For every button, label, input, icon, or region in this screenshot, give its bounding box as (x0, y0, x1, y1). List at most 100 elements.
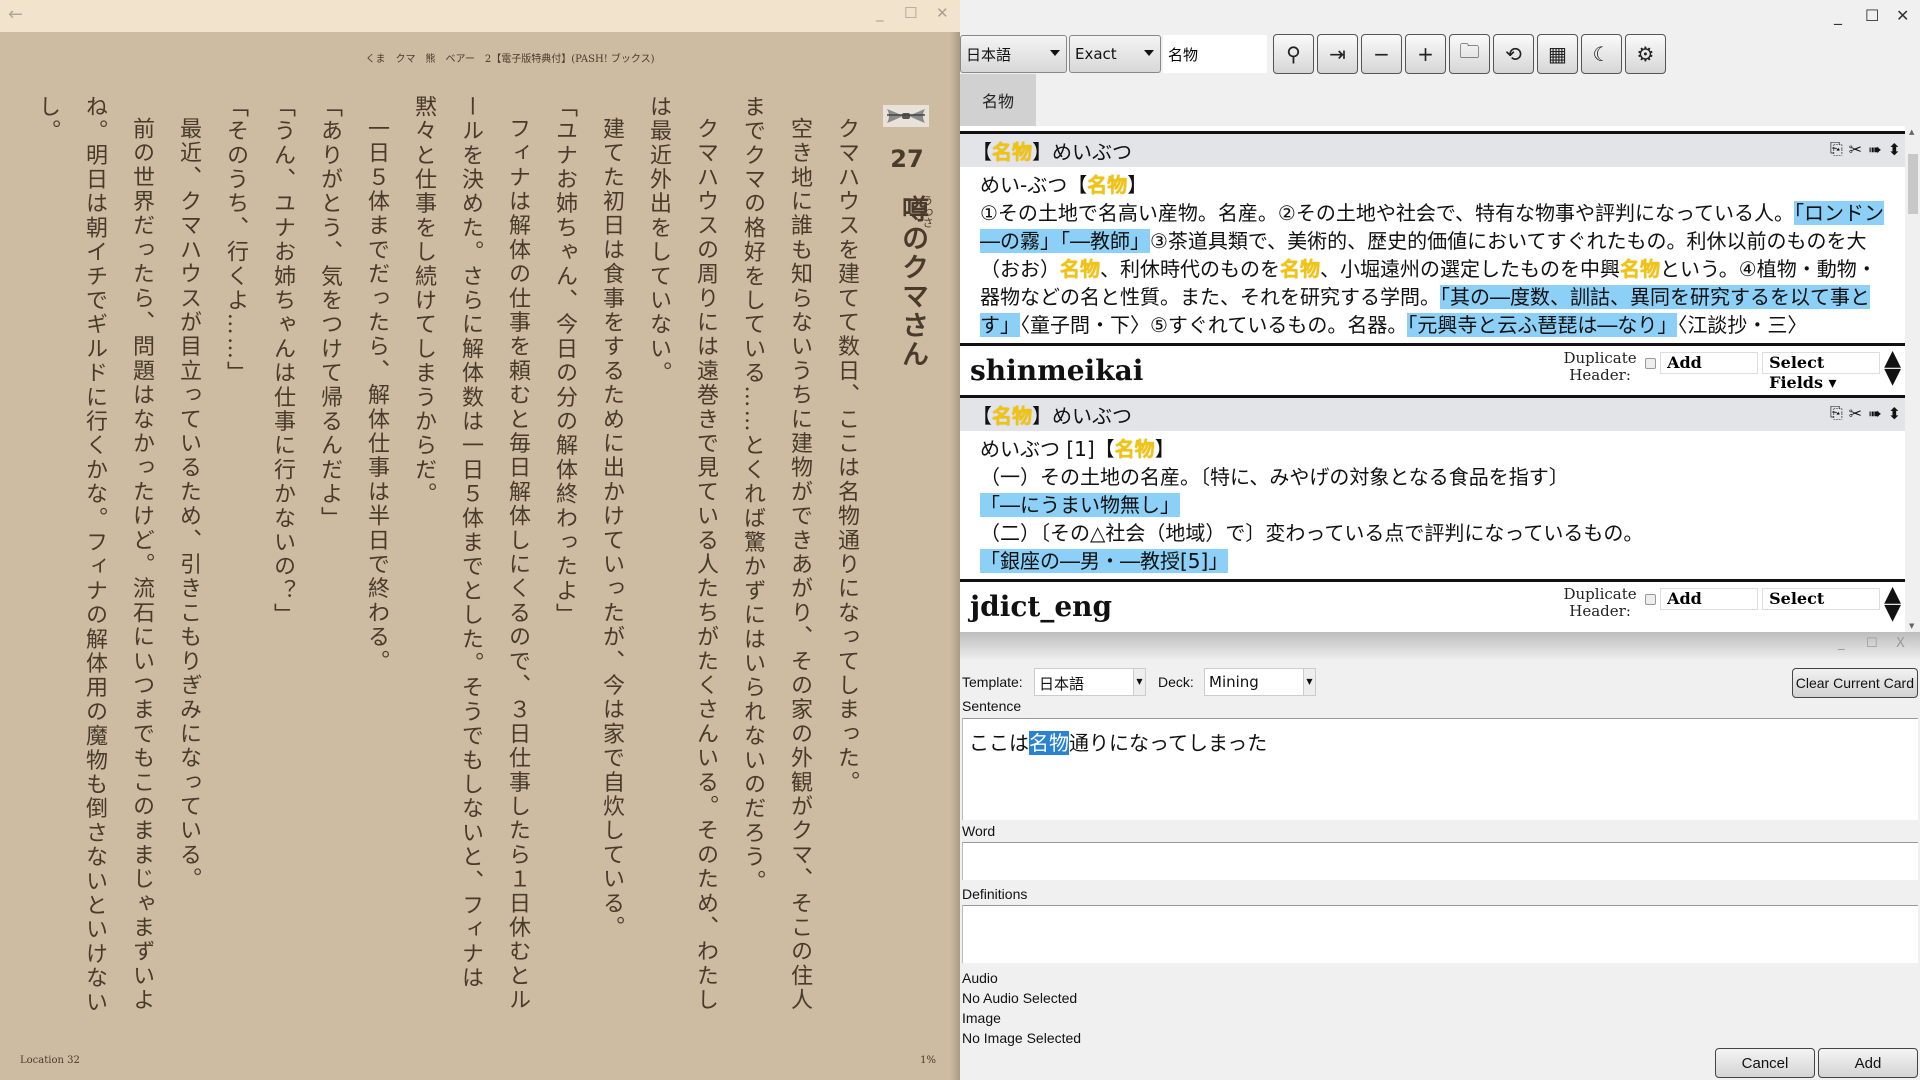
back-arrow-icon[interactable]: ← (8, 4, 23, 25)
definition-text: 】 (1127, 173, 1148, 197)
template-label: Template: (962, 674, 1023, 690)
deck-value: Mining (1209, 673, 1259, 691)
arrow-right-icon[interactable]: ➠ (1868, 140, 1881, 159)
entry-bracket-open: 【 (972, 140, 992, 164)
definitions-field[interactable] (962, 905, 1918, 963)
moon-icon: ☾ (1592, 42, 1611, 66)
chevron-down-icon (1050, 50, 1060, 56)
select-label: Select (1769, 353, 1825, 372)
page-edge-shadow (950, 32, 960, 1080)
scroll-down-icon[interactable]: ▼ (1909, 622, 1914, 630)
language-select[interactable]: 日本語 (960, 35, 1067, 73)
chevron-down-icon: ▼ (1133, 669, 1145, 695)
dictionary-section-header: jdict_eng Duplicate Header: Add Select ▲… (960, 579, 1905, 631)
dict-minimize-button[interactable]: _ (1834, 6, 1842, 25)
template-select[interactable]: 日本語 ▼ (1034, 668, 1146, 696)
entry-headword: 名物 (992, 404, 1032, 428)
deck-label: Deck: (1158, 674, 1194, 690)
add-button[interactable]: Add (1660, 588, 1759, 610)
sentence-field[interactable]: ここは名物通りになってしまった (962, 718, 1918, 820)
ebook-reader-window: ← _ ☐ ✕ くま クマ 熊 ベアー 2【電子版特典付】(PASH! ブックス… (0, 0, 960, 1080)
progress-percent: 1% (920, 1055, 936, 1066)
cube-icon: ▦ (1548, 42, 1567, 66)
match-mode-select[interactable]: Exact (1069, 35, 1161, 73)
dict-close-button[interactable]: ✕ (1896, 6, 1909, 25)
anki-button[interactable]: ▦ (1537, 34, 1578, 74)
definition-text: （二）〔その△社会（地域）で〕変わっている点で評判になっているもの。 (980, 521, 1644, 545)
chapter-heading: 27 噂のクマさん うわさ (879, 95, 935, 395)
search-icon: ⚲ (1286, 42, 1301, 66)
history-tab[interactable]: 名物 (960, 74, 1036, 126)
entry-definition: めいぶつ [1]【名物】 （一）その土地の名産。〔特に、みやげの対象となる食品を指… (960, 431, 1905, 579)
select-label: Select (1769, 589, 1825, 608)
card-maximize-button[interactable]: ☐ (1866, 636, 1878, 651)
deck-select[interactable]: Mining ▼ (1204, 668, 1316, 696)
night-mode-button[interactable]: ☾ (1581, 34, 1622, 74)
definitions-label: Definitions (962, 886, 1028, 902)
entry-header: 【名物 】めいぶつ ⎘ ✂ ➠ ⬍ (960, 131, 1905, 167)
duplicate-header-checkbox[interactable] (1645, 358, 1657, 369)
headword-highlight: 名物 (1087, 173, 1128, 197)
zoom-in-button[interactable]: + (1405, 34, 1446, 74)
cancel-button[interactable]: Cancel (1715, 1048, 1815, 1078)
headword-highlight: 名物 (1620, 257, 1660, 281)
bow-ornament-icon (883, 105, 929, 127)
dictionary-controls: Duplicate Header: Add Select ▲ ▼ (1561, 584, 1902, 624)
headword-highlight: 名物 (1114, 437, 1155, 461)
chevron-down-icon: ▼ (1303, 669, 1315, 695)
dictionary-name: shinmeikai (970, 354, 1144, 387)
page-text: クマハウスを建てて数日、ここは名物通りになってしまった。 空き地に誰も知らないうち… (24, 95, 870, 1015)
paragraph: 前の世界だったら、問題はなかったけど。流石にいつまでもこのままじゃまずいよね。明… (35, 95, 154, 1015)
reader-titlebar: ← _ ☐ ✕ (0, 0, 960, 32)
scissors-icon[interactable]: ✂ (1849, 404, 1862, 423)
template-value: 日本語 (1039, 675, 1085, 693)
scissors-icon[interactable]: ✂ (1849, 140, 1862, 159)
settings-button[interactable]: ⚙ (1625, 34, 1666, 74)
close-button[interactable]: ✕ (936, 4, 949, 22)
export-button[interactable]: ⇥ (1317, 34, 1358, 74)
maximize-button[interactable]: ☐ (904, 4, 917, 22)
reorder-icon[interactable]: ▲ ▼ (1884, 348, 1901, 388)
history-button[interactable]: ⟲ (1493, 34, 1534, 74)
results-scrollbar[interactable]: ▲ ▼ (1906, 126, 1920, 632)
duplicate-header-checkbox[interactable] (1645, 594, 1657, 605)
headword-highlight: 名物 (1280, 257, 1320, 281)
arrow-right-icon[interactable]: ➠ (1868, 404, 1881, 423)
card-minimize-button[interactable]: _ (1838, 636, 1845, 651)
zoom-out-button[interactable]: − (1361, 34, 1402, 74)
clear-current-card-button[interactable]: Clear Current Card (1791, 668, 1918, 698)
dictionary-controls: Duplicate Header: Add Select Fields ▾ ▲ ▼ (1561, 348, 1902, 393)
chapter-number: 27 (890, 145, 924, 173)
select-fields-dropdown[interactable]: Select (1762, 588, 1881, 610)
minus-icon: − (1373, 42, 1390, 66)
card-editor-titlebar: _ ☐ X (960, 632, 1920, 660)
select-fields-dropdown[interactable]: Select Fields ▾ (1762, 352, 1881, 392)
dictionary-name: jdict_eng (970, 590, 1113, 623)
paragraph: 一日５体までだったら、解体仕事は半日で終わる。 (364, 117, 389, 674)
image-label: Image (962, 1010, 1001, 1026)
sentence-label: Sentence (962, 698, 1022, 714)
scroll-up-icon[interactable]: ▲ (1909, 128, 1914, 136)
add-card-icon[interactable]: ⎘ (1830, 403, 1843, 423)
match-mode-value: Exact (1075, 45, 1117, 63)
folder-icon: 🗀 (1459, 39, 1480, 63)
add-card-button[interactable]: Add (1818, 1048, 1918, 1078)
search-button[interactable]: ⚲ (1273, 34, 1314, 74)
definition-text: 、小堀遠州の選定したものを中興 (1320, 257, 1620, 281)
reorder-icon[interactable]: ▲ ▼ (1884, 584, 1901, 624)
up-down-icon[interactable]: ⬍ (1888, 140, 1901, 159)
add-card-icon[interactable]: ⎘ (1830, 139, 1843, 159)
search-input[interactable] (1163, 35, 1267, 73)
up-down-icon[interactable]: ⬍ (1888, 404, 1901, 423)
minimize-button[interactable]: _ (876, 4, 884, 22)
add-button[interactable]: Add (1660, 352, 1759, 374)
word-field[interactable] (962, 842, 1918, 880)
book-page[interactable]: 27 噂のクマさん うわさ クマハウスを建てて数日、ここは名物通りになってしまっ… (35, 95, 940, 1015)
audio-label: Audio (962, 970, 998, 986)
card-close-button[interactable]: X (1896, 636, 1905, 651)
sentence-selection: 名物 (1029, 731, 1069, 755)
scrollbar-thumb[interactable] (1908, 154, 1918, 214)
open-folder-button[interactable]: 🗀 (1449, 34, 1490, 74)
dict-maximize-button[interactable]: ☐ (1865, 6, 1879, 25)
definition-text: 、利休時代のものを (1100, 257, 1280, 281)
